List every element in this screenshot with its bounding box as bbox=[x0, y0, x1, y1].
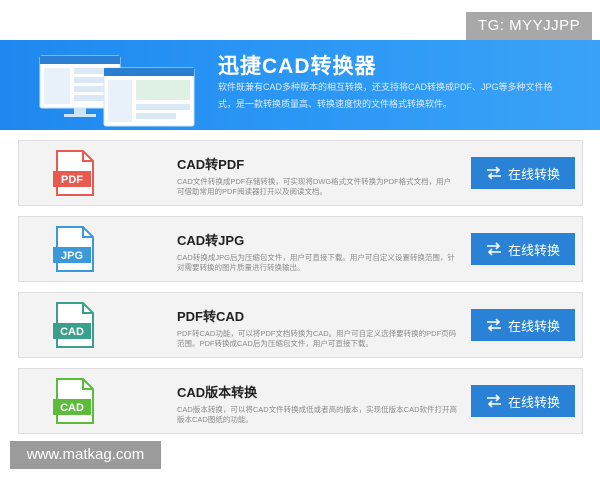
banner-description: 软件既兼有CAD多种版本的相互转换，还支持将CAD转换成PDF、JPG等多种文件… bbox=[218, 82, 553, 109]
card-description: CAD文件转换成PDF存储转换，可实现将DWG格式文件转换为PDF格式文档，用户… bbox=[177, 177, 452, 196]
card-cad-to-jpg: JPG CAD转JPG CAD转换成JPG后为压缩包文件，用户可直接下载。用户可… bbox=[18, 216, 583, 282]
convert-button-label: 在线转换 bbox=[507, 243, 560, 259]
jpg-file-icon: JPG bbox=[53, 226, 94, 272]
cad-icon-label: CAD bbox=[60, 402, 84, 414]
card-cad-to-pdf: PDF CAD转PDF CAD文件转换成PDF存储转换，可实现将DWG格式文件转… bbox=[18, 140, 583, 206]
swap-arrows-icon bbox=[486, 166, 501, 180]
card-pdf-to-cad: CAD PDF转CAD PDF转CAD功能，可以将PDF文档转换为CAD。用户可… bbox=[18, 292, 583, 358]
banner-title: 迅捷CAD转换器 bbox=[218, 55, 377, 78]
cad-file-icon: CAD bbox=[53, 302, 94, 348]
hero-banner: 迅捷CAD转换器 软件既兼有CAD多种版本的相互转换，还支持将CAD转换成PDF… bbox=[0, 40, 600, 130]
card-title: CAD版本转换 bbox=[177, 385, 258, 400]
card-description: CAD版本转换，可以将CAD文件转换成低或者高的版本，实现低版本CAD软件打开高… bbox=[177, 405, 458, 424]
convert-online-button[interactable]: 在线转换 bbox=[471, 157, 575, 189]
pdf-file-icon: PDF bbox=[53, 150, 94, 196]
card-title: CAD转JPG bbox=[177, 233, 245, 248]
convert-online-button[interactable]: 在线转换 bbox=[471, 233, 575, 265]
card-description: CAD转换成JPG后为压缩包文件，用户可直接下载。用户可自定义设置转换范围，针对… bbox=[177, 253, 455, 272]
jpg-icon-label: JPG bbox=[61, 250, 83, 262]
swap-arrows-icon bbox=[486, 394, 501, 408]
convert-online-button[interactable]: 在线转换 bbox=[471, 385, 575, 417]
card-title: CAD转PDF bbox=[177, 157, 245, 172]
convert-button-label: 在线转换 bbox=[507, 319, 560, 335]
card-cad-version-convert: CAD CAD版本转换 CAD版本转换，可以将CAD文件转换成低或者高的版本，实… bbox=[18, 368, 583, 434]
card-title: PDF转CAD bbox=[177, 309, 245, 324]
swap-arrows-icon bbox=[486, 242, 501, 256]
cad-icon-label: CAD bbox=[60, 326, 84, 338]
app-screenshot-illustration bbox=[39, 55, 195, 127]
convert-online-button[interactable]: 在线转换 bbox=[471, 309, 575, 341]
pdf-icon-label: PDF bbox=[61, 174, 83, 186]
card-description: PDF转CAD功能，可以将PDF文档转换为CAD。用户可自定义选择要转换的PDF… bbox=[177, 329, 457, 348]
convert-button-label: 在线转换 bbox=[507, 167, 560, 183]
cad-file-icon: CAD bbox=[53, 378, 94, 424]
site-watermark: www.matkag.com bbox=[10, 441, 161, 469]
swap-arrows-icon bbox=[486, 318, 501, 332]
convert-button-label: 在线转换 bbox=[507, 395, 560, 411]
tg-badge: TG: MYYJJPP bbox=[466, 12, 592, 40]
